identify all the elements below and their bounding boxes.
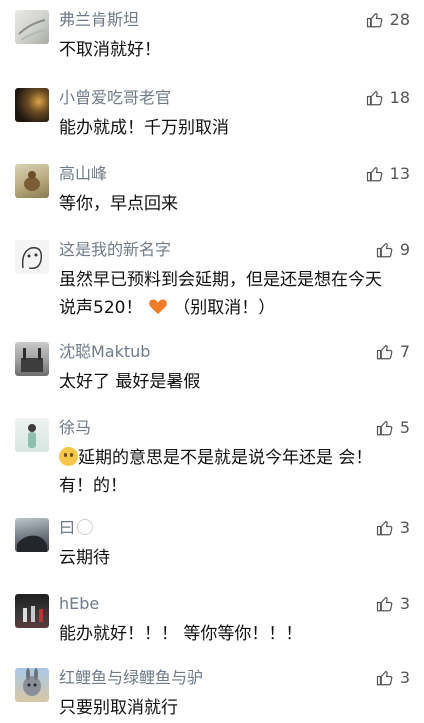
thumbs-up-icon [376,421,393,436]
comment-text: 太好了 最好是暑假 [59,372,201,392]
thumbs-up-icon [376,243,393,258]
comment-text: 虽然早已预料到会延期，但是还是想在今天 说声520！ （别取消！） [59,266,389,322]
avatar[interactable] [15,240,49,274]
like-button[interactable]: 3 [376,518,410,538]
comment-text-line: 延期的意思是不是就是说今年还是 会！ [59,444,389,472]
comment-text: 云期待 [59,548,110,568]
like-button[interactable]: 28 [366,10,410,30]
like-button[interactable]: 9 [376,240,410,260]
comment-author[interactable]: 徐马 [59,418,91,438]
comment-text: 能办就好！！！ 等你等你！！！ [59,624,303,644]
avatar[interactable] [15,88,49,122]
avatar[interactable] [15,164,49,198]
like-count: 18 [389,88,410,107]
comment-item: 高山峰 13 等你，早点回来 [0,164,424,224]
comment-text: 不取消就好！ [59,40,161,60]
comment-author[interactable]: 高山峰 [59,164,107,184]
comment-item: 这是我的新名字 9 虽然早已预料到会延期，但是还是想在今天 说声520！ （别取… [0,240,424,326]
like-count: 5 [399,418,410,437]
comment-item: 红鲤鱼与绿鲤鱼与驴 3 只要别取消就行 [0,668,424,723]
like-button[interactable]: 3 [376,668,410,688]
thumbs-up-icon [366,91,383,106]
comment-item: 弗兰肯斯坦 28 不取消就好！ [0,10,424,70]
comment-text-segment: （别取消！） [173,298,276,318]
like-button[interactable]: 3 [376,594,410,614]
like-count: 28 [389,10,410,29]
like-button[interactable]: 13 [366,164,410,184]
like-count: 13 [389,164,410,183]
comment-text: 只要别取消就行 [59,698,178,718]
comment-item: 徐马 5 延期的意思是不是就是说今年还是 会！ 有！的！ [0,418,424,504]
like-button[interactable]: 18 [366,88,410,108]
thumbs-up-icon [376,345,393,360]
comment-item: hEbe 3 能办就好！！！ 等你等你！！！ [0,594,424,654]
comment-author[interactable]: 这是我的新名字 [59,240,171,260]
comment-text: 能办就成！千万别取消 [59,118,229,138]
thumbs-up-icon [376,671,393,686]
thumbs-up-icon [366,167,383,182]
like-count: 3 [399,518,410,537]
comment-author[interactable]: hEbe [59,594,99,614]
like-count: 3 [399,594,410,613]
comment-text: 延期的意思是不是就是说今年还是 会！ 有！的！ [59,444,389,500]
comment-item: 曰 3 云期待 [0,518,424,578]
comment-text: 等你，早点回来 [59,194,178,214]
comment-author[interactable]: 沈聪Maktub [59,342,150,362]
avatar[interactable] [15,10,49,44]
comment-author[interactable]: 曰 [59,518,94,538]
like-count: 9 [399,240,410,259]
comment-author[interactable]: 红鲤鱼与绿鲤鱼与驴 [59,668,203,688]
thumbs-up-icon [366,13,383,28]
comment-author[interactable]: 弗兰肯斯坦 [59,10,139,30]
avatar[interactable] [15,342,49,376]
circle-icon [77,519,94,535]
thumbs-up-icon [376,521,393,536]
like-count: 3 [399,668,410,687]
author-name-text: 曰 [59,518,76,537]
comment-text-line: 说声520！ （别取消！） [59,294,389,322]
comment-text-segment: 延期的意思是不是就是说今年还是 会！ [78,448,373,468]
like-button[interactable]: 5 [376,418,410,438]
comment-item: 沈聪Maktub 7 太好了 最好是暑假 [0,342,424,402]
like-button[interactable]: 7 [376,342,410,362]
avatar[interactable] [15,594,49,628]
comment-text-line: 有！的！ [59,476,127,496]
like-count: 7 [399,342,410,361]
face-emoji-icon [59,447,78,466]
comment-text-segment: 说声520！ [59,298,143,318]
avatar[interactable] [15,668,49,702]
avatar[interactable] [15,518,49,552]
comment-text-line: 虽然早已预料到会延期，但是还是想在今天 [59,270,382,290]
comment-author[interactable]: 小曾爱吃哥老官 [59,88,171,108]
comment-item: 小曾爱吃哥老官 18 能办就成！千万别取消 [0,88,424,148]
avatar[interactable] [15,418,49,452]
thumbs-up-icon [376,597,393,612]
comment-list: 弗兰肯斯坦 28 不取消就好！ 小曾爱吃哥老官 18 能办就成！千万别取消 高山… [0,0,424,723]
orange-heart-icon [149,299,167,315]
